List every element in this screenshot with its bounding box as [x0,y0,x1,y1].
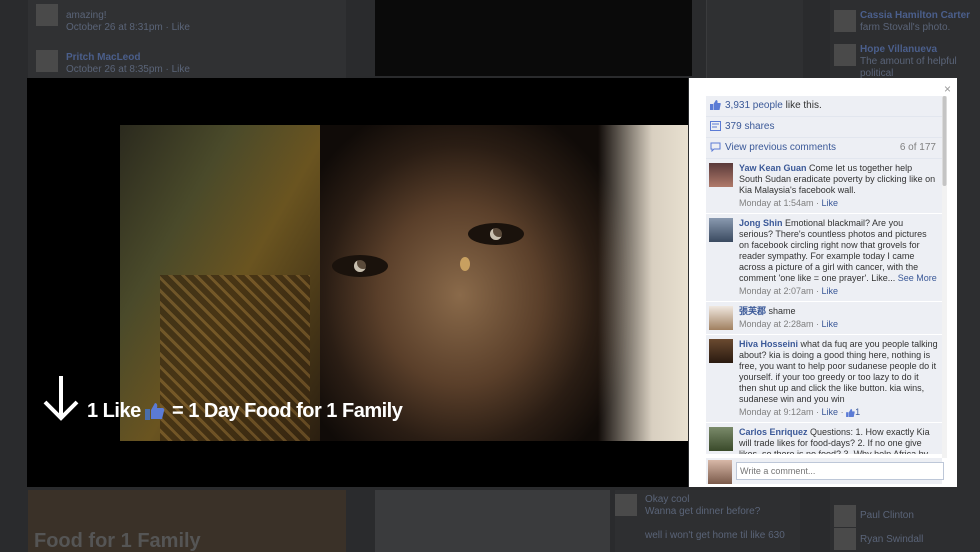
comment-like-link[interactable]: Like [822,319,839,329]
background-ticker-name: Paul Clinton [860,510,914,521]
photo-tear [460,257,470,271]
photo-eye-left [332,255,388,277]
background-avatar [36,50,58,72]
see-more-link[interactable]: See More [898,273,937,283]
comment-item: Carlos Enriquez Questions: 1. How exactl… [706,423,942,454]
background-avatar [834,44,856,66]
comment-item: Yaw Kean Guan Come let us together help … [706,159,942,214]
background-ticker-item: Hope Villanueva The amount of helpful po… [860,44,980,80]
comment-input[interactable] [736,462,944,480]
caption-like-text: 1 Like [87,400,141,422]
photo-viewer[interactable]: 1 Like = 1 Day Food for 1 Family [27,78,688,487]
comment-item: 張芙郡 shame Monday at 2:28am · Like [706,302,942,335]
shares-link[interactable]: 379 shares [725,121,774,132]
background-avatar [615,494,637,516]
background-post-author: Pritch MacLeod [66,52,141,63]
avatar[interactable] [709,218,733,242]
like-icon [710,100,721,111]
comment-like-link[interactable]: Like [822,407,839,417]
background-ticker-name: Cassia Hamilton Carter [860,10,971,21]
avatar[interactable] [709,339,733,363]
likes-row: 3,931 people like this. [706,96,942,117]
comment-like-link[interactable]: Like [822,198,839,208]
background-chat-message: Okay cool Wanna get dinner before? [645,494,760,518]
background-avatar [36,4,58,26]
background-post-time: October 26 at 8:31pm · Like [66,22,190,33]
background-photo-top [375,0,692,76]
avatar [708,460,732,484]
write-comment-area [706,458,944,484]
comment-author[interactable]: Hiva Hosseini [739,339,798,349]
likes-suffix: like this. [782,100,822,111]
comment-like-link[interactable]: Like [822,286,839,296]
background-avatar [834,505,856,527]
background-ticker-item: Cassia Hamilton Carter farm Stovall's ph… [860,10,970,34]
background-post-time: October 26 at 8:35pm · Like [66,64,190,75]
comment-meta: Monday at 2:28am · Like [739,319,839,329]
like-icon [846,408,855,417]
close-icon[interactable]: × [944,82,951,96]
background-ticker-name: Ryan Swindall [860,534,924,545]
background-chat-line: well i won't get home til like 630 [645,530,785,541]
comments-scrollbar[interactable] [942,96,947,458]
photo-bright-background [598,125,688,441]
background-chat-line: Wanna get dinner before? [645,506,761,517]
comment-time[interactable]: Monday at 2:28am [739,319,814,329]
photo-eye-right [468,223,524,245]
view-previous-comments-link[interactable]: View previous comments [725,142,836,153]
background-photo-caption: Food for 1 Family [34,530,201,552]
background-car-photo [375,490,610,552]
background-ticker-name: Hope Villanueva [860,44,938,55]
background-post-text: amazing! October 26 at 8:31pm · Like [66,10,190,34]
comment-meta: Monday at 2:07am · Like [739,286,839,296]
share-icon [710,121,721,132]
background-post-body: amazing! [66,10,107,21]
comment-meta: Monday at 9:12am · Like · 1 [739,407,861,417]
background-chat: Okay cool Wanna get dinner before? well … [615,490,800,552]
view-previous-row: View previous comments 6 of 177 [706,138,942,159]
comment-time[interactable]: Monday at 2:07am [739,286,814,296]
arrow-down-icon [43,376,79,421]
comment-item: Jong Shin Emotional blackmail? Are you s… [706,214,942,302]
background-feed-left: amazing! October 26 at 8:31pm · Like Pri… [28,0,346,78]
avatar[interactable] [709,427,733,451]
photo-image[interactable] [120,125,688,441]
background-photo-bottom: Food for 1 Family [28,490,346,552]
avatar[interactable] [709,306,733,330]
comment-author[interactable]: Yaw Kean Guan [739,163,807,173]
background-ticker-text: The amount of helpful political [860,56,957,79]
background-avatar [834,10,856,32]
shares-row: 379 shares [706,117,942,138]
comment-author[interactable]: Jong Shin [739,218,783,228]
background-chat-line: Okay cool [645,494,690,505]
comment-time[interactable]: Monday at 9:12am [739,407,814,417]
comment-meta: Monday at 1:54am · Like [739,198,839,208]
caption-food-text: = 1 Day Food for 1 Family [172,400,403,422]
avatar[interactable] [709,163,733,187]
comments-scroll-area[interactable]: 3,931 people like this. 379 shares View … [706,96,942,454]
likes-count-link[interactable]: 3,931 people [725,100,783,111]
comment-text: shame [768,306,796,316]
comment-icon [710,142,721,153]
background-ticker-text: farm Stovall's photo. [860,22,951,33]
comment-item: Hiva Hosseini what da fuq are you people… [706,335,942,423]
background-avatar [834,528,856,550]
comment-like-count[interactable]: 1 [855,407,860,417]
background-column [706,0,803,78]
comment-author[interactable]: 張芙郡 [739,306,766,316]
comment-counter: 6 of 177 [899,142,936,153]
comment-time[interactable]: Monday at 1:54am [739,198,814,208]
comments-panel: × 3,931 people like this. 379 shares Vie… [689,78,957,487]
background-post-text: Pritch MacLeod October 26 at 8:35pm · Li… [66,52,190,76]
thumbs-up-icon [145,403,165,420]
comment-author[interactable]: Carlos Enriquez [739,427,808,437]
